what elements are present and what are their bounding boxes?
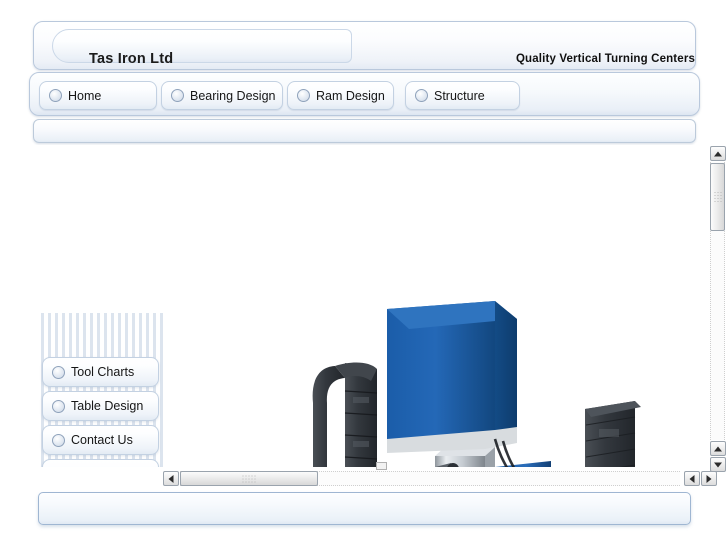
sidebar: Tool Charts Table Design Contact Us Spec…: [41, 313, 165, 467]
radio-icon: [297, 89, 310, 102]
content-area: Tool Charts Table Design Contact Us Spec…: [0, 145, 705, 467]
arrow-up-icon: [714, 151, 722, 156]
radio-icon: [52, 433, 65, 447]
radio-icon: [415, 89, 428, 102]
radio-icon: [52, 399, 65, 413]
footer-bar: [38, 492, 691, 525]
sidebar-item-contact-us[interactable]: Contact Us: [42, 425, 159, 455]
app-window: Tas Iron Ltd Quality Vertical Turning Ce…: [0, 0, 727, 545]
grip-dots-icon: [714, 192, 721, 202]
secondary-bar: [33, 119, 696, 143]
tab-ram-design[interactable]: Ram Design: [287, 81, 394, 110]
tab-bearing-design[interactable]: Bearing Design: [161, 81, 283, 110]
radio-icon: [52, 365, 65, 379]
machine-photo-graphic: [165, 291, 700, 467]
arrow-down-icon: [714, 462, 722, 467]
scroll-down-button[interactable]: [710, 457, 726, 472]
sidebar-item-label: Table Design: [71, 399, 144, 413]
machine-photo: [165, 291, 700, 467]
arrow-up-icon: [714, 446, 722, 451]
arrow-left-icon: [689, 474, 695, 483]
grip-dots-icon: [242, 475, 256, 482]
tab-label: Bearing Design: [190, 88, 276, 103]
sidebar-item-label: Contact Us: [71, 433, 133, 447]
sidebar-item-label: Tool Charts: [71, 365, 135, 379]
scroll-left-button-secondary[interactable]: [684, 471, 700, 486]
page-title: Tas Iron Ltd: [89, 51, 174, 67]
tab-label: Ram Design: [316, 88, 385, 103]
arrow-left-icon: [168, 474, 174, 483]
scroll-up-button[interactable]: [710, 146, 726, 161]
radio-icon: [49, 89, 62, 102]
sidebar-item-tool-charts[interactable]: Tool Charts: [42, 357, 159, 387]
sidebar-item-specification[interactable]: Specification: [42, 459, 159, 467]
cable-chain-right: [585, 401, 641, 467]
scroll-up-button-secondary[interactable]: [710, 441, 726, 456]
radio-icon: [171, 89, 184, 102]
tab-label: Structure: [434, 88, 485, 103]
header-panel: Tas Iron Ltd Quality Vertical Turning Ce…: [33, 21, 696, 70]
vertical-scrollbar-thumb[interactable]: [710, 163, 725, 231]
scroll-right-button[interactable]: [701, 471, 717, 486]
header-tagline: Quality Vertical Turning Centers: [515, 53, 695, 65]
scroll-left-button[interactable]: [163, 471, 179, 486]
horizontal-scrollbar-thumb[interactable]: [180, 471, 318, 486]
tab-home[interactable]: Home: [39, 81, 157, 110]
tab-label: Home: [68, 88, 102, 103]
sidebar-item-table-design[interactable]: Table Design: [42, 391, 159, 421]
arrow-right-icon: [706, 474, 712, 483]
nav-tabs-panel: Home Bearing Design Ram Design Structure: [29, 72, 700, 116]
scrollbar-corner-notch: [376, 462, 387, 470]
tab-structure[interactable]: Structure: [405, 81, 520, 110]
